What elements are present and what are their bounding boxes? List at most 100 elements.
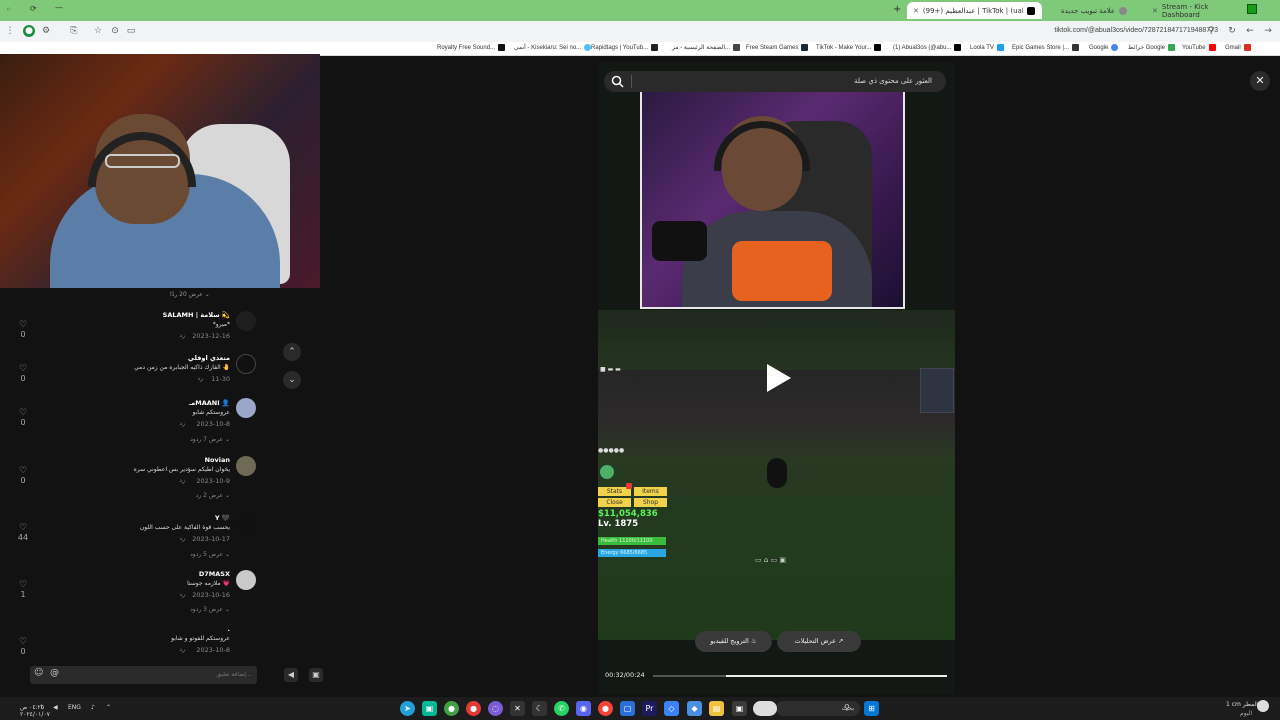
view-analytics-button[interactable]: عرض التحليلات ↗ (777, 631, 861, 652)
close-icon[interactable]: ✕ (913, 7, 919, 15)
next-video-button[interactable]: ⌄ (283, 371, 301, 389)
app-icon[interactable]: ▣ (422, 701, 437, 716)
bookmark-anime[interactable]: أنمي - Kisekiaru: Sei no... (514, 44, 592, 51)
avatar[interactable] (236, 570, 256, 590)
comment-author[interactable]: . (228, 625, 230, 633)
reply-button[interactable]: رد (179, 477, 185, 484)
reply-button[interactable]: رد (197, 375, 203, 382)
show-replies-link[interactable]: عرض 5 ردود ⌄ (190, 551, 230, 558)
wifi-icon[interactable]: ⌇ (40, 704, 43, 711)
bookmark-abual3os[interactable]: (1) Abual3os (@abu... (893, 44, 962, 51)
share-icon[interactable]: ⎘ (68, 25, 80, 37)
like-button[interactable]: ♡ 1 (15, 580, 31, 600)
whatsapp-icon[interactable]: ✆ (554, 701, 569, 716)
comment-author[interactable]: Novian (205, 456, 230, 464)
back-icon[interactable]: ← (1244, 25, 1256, 37)
avatar[interactable] (236, 398, 256, 418)
reply-button[interactable]: رد (179, 332, 185, 339)
bookmark-steam[interactable]: Free Steam Games (746, 44, 809, 51)
reply-button[interactable]: رد (179, 535, 185, 542)
gift-button[interactable]: ▣ (309, 668, 323, 682)
tab-new[interactable]: علامة تبويب جديدة (1055, 2, 1145, 19)
like-button[interactable]: ♡ 0 (15, 466, 31, 486)
avatar[interactable] (236, 456, 256, 476)
chrome-icon[interactable]: ● (598, 701, 613, 716)
profile-icon[interactable]: ● (23, 25, 35, 37)
minimize-icon[interactable]: — (55, 3, 63, 12)
like-button[interactable]: ♡ 44 (15, 523, 31, 543)
speaker-icon[interactable]: ◀ (53, 704, 58, 711)
comment-author[interactable]: SALAMH | سلامة 💫 (163, 311, 230, 319)
bookmark-google[interactable]: Google (1089, 44, 1119, 51)
like-button[interactable]: ♡ 0 (15, 408, 31, 428)
bookmark-epic[interactable]: Epic Games Store |... (1012, 44, 1079, 51)
lens-icon[interactable]: ⊙ (109, 25, 121, 37)
bookmark-gmail[interactable]: Gmail (1225, 44, 1251, 51)
app-icon[interactable]: ◆ (687, 701, 702, 716)
comment-input[interactable] (70, 668, 255, 682)
comment-author[interactable]: مـMAANI 👤 (189, 399, 230, 407)
bookmark-rapidtags[interactable]: Rapidtags | YouTub... (591, 44, 659, 51)
menu-dots-icon[interactable]: ⋮ (4, 25, 16, 37)
show-replies-link[interactable]: عرض 3 ردود ⌄ (190, 606, 230, 613)
like-button[interactable]: ♡ 0 (15, 364, 31, 384)
app-icon[interactable]: ☾ (532, 701, 547, 716)
close-icon[interactable]: ✕ (1152, 7, 1158, 15)
search-icon[interactable] (611, 75, 624, 88)
forward-icon[interactable]: → (1262, 25, 1274, 37)
chrome-canary-icon[interactable]: ● (444, 701, 459, 716)
avatar[interactable] (236, 354, 256, 374)
tray-expand-icon[interactable]: ⌃ (106, 704, 111, 711)
bookmark-tiktok[interactable]: TikTok - Make Your... (816, 44, 882, 51)
avatar[interactable] (236, 513, 256, 533)
obs-icon[interactable]: ● (466, 701, 481, 716)
cast-icon[interactable]: ▭ (125, 25, 137, 37)
emoji-icon[interactable]: ☺ (34, 668, 43, 678)
reply-button[interactable]: رد (179, 420, 185, 427)
like-button[interactable]: ♡ 0 (15, 637, 31, 657)
reply-button[interactable]: رد (179, 646, 185, 653)
window-menu-icon[interactable]: ◦ (6, 5, 11, 14)
comment-author[interactable]: Y 🖤 (215, 514, 230, 522)
comment-author[interactable]: D7MASX (199, 570, 230, 578)
comment-author[interactable]: متعدي اوفلي (188, 354, 230, 362)
address-bar[interactable]: tiktok.com/@abual3os/video/7287218471719… (140, 24, 1220, 38)
tab-kick[interactable]: ✕ Stream - Kick Dashboard (1146, 2, 1246, 19)
site-info-icon[interactable]: ⚲ (1205, 25, 1217, 37)
bookmark-sound[interactable]: Royalty Free Sound... (437, 44, 506, 51)
app-icon[interactable]: ▢ (620, 701, 635, 716)
language-indicator[interactable]: ENG (68, 704, 81, 711)
mic-icon[interactable]: ♪ (91, 704, 95, 711)
tab-tiktok[interactable]: ✕ (99+) عبدالعظيم | TikTok | (ual3os) (907, 2, 1042, 19)
volume-button[interactable]: ◀ (284, 668, 298, 682)
telegram-icon[interactable]: ➤ (400, 701, 415, 716)
app-icon[interactable]: ◇ (664, 701, 679, 716)
bookmark-loola[interactable]: Loola TV (970, 44, 1004, 51)
extensions-icon[interactable]: ⚙ (40, 25, 52, 37)
discord-icon[interactable]: ◉ (576, 701, 591, 716)
weather[interactable]: 1 cm المطر (1226, 701, 1258, 708)
bookmark-home[interactable]: الصفحة الرئيسية - مر... (672, 44, 741, 51)
play-icon[interactable] (764, 362, 794, 394)
bookmark-youtube[interactable]: YouTube (1182, 44, 1216, 51)
bookmark-maps[interactable]: خرائط Google (1128, 44, 1176, 51)
app-icon[interactable]: ◌ (488, 701, 503, 716)
file-explorer-icon[interactable]: ▤ (709, 701, 724, 716)
reply-button[interactable]: رد (179, 591, 185, 598)
promote-video-button[interactable]: الترويج للفيديو ♨ (695, 631, 772, 652)
show-replies-link[interactable]: عرض 2 رد ⌄ (196, 492, 230, 499)
close-button[interactable]: ✕ (1250, 71, 1270, 91)
task-view-icon[interactable]: ▣ (732, 701, 747, 716)
start-button[interactable]: ⊞ (864, 701, 879, 716)
app-icon[interactable]: ✕ (510, 701, 525, 716)
new-tab-button[interactable]: + (893, 4, 901, 15)
search-input[interactable]: العثور على محتوى ذي صلة (640, 71, 940, 92)
tab-search-icon[interactable]: ⟳ (30, 4, 37, 13)
like-button[interactable]: ♡ 0 (15, 320, 31, 340)
mention-icon[interactable]: @ (50, 668, 59, 678)
reload-icon[interactable]: ↻ (1226, 25, 1238, 37)
avatar[interactable] (236, 311, 256, 331)
premiere-icon[interactable]: Pr (642, 701, 657, 716)
show-replies-link[interactable]: عرض 7 ردود ⌄ (190, 436, 230, 443)
widgets-icon[interactable] (753, 701, 777, 716)
